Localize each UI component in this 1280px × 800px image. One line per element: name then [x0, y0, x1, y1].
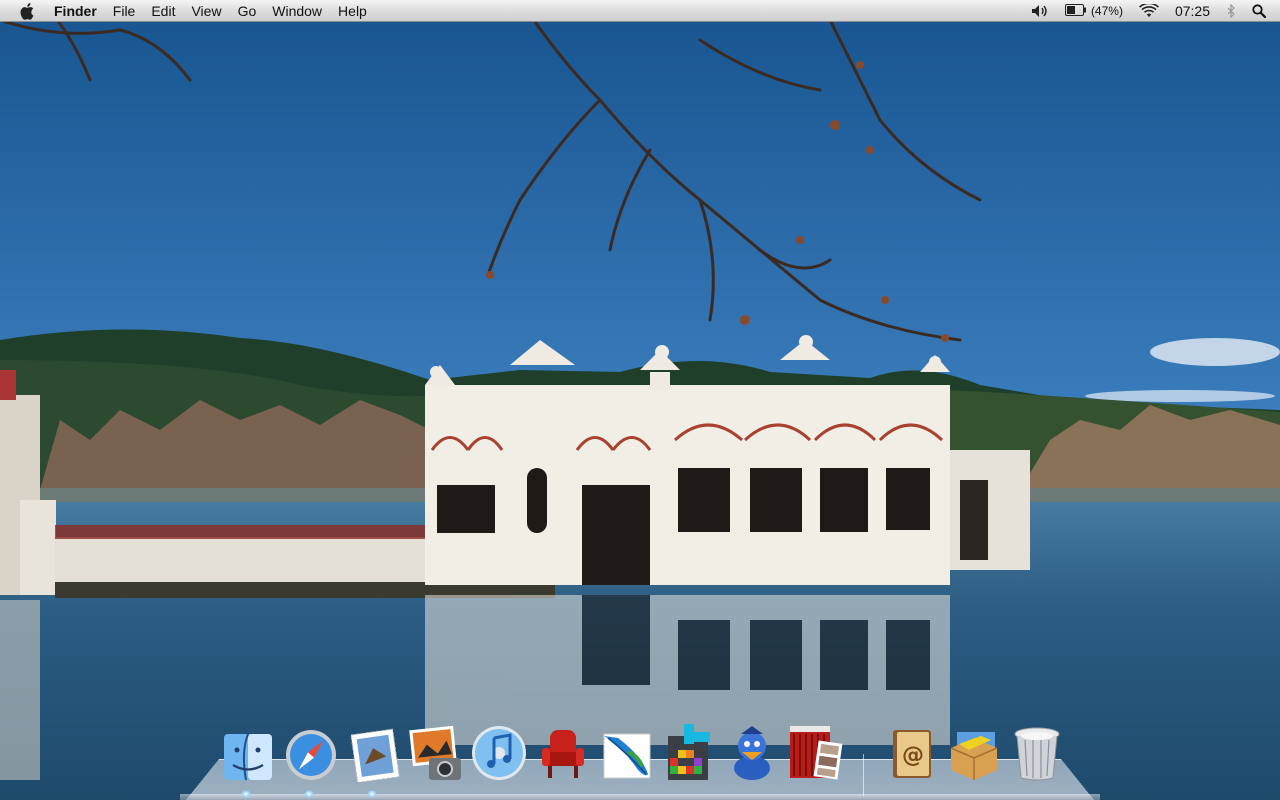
svg-text:@: @: [902, 743, 924, 768]
bluetooth-icon[interactable]: [1218, 0, 1244, 22]
safari-icon: [286, 730, 336, 780]
package-installer-icon: [950, 732, 998, 780]
dock-item-photo-booth[interactable]: [785, 718, 845, 782]
dock-item-address-book[interactable]: @: [882, 718, 942, 782]
menu-bar-left: Finder File Edit View Go Window Help: [0, 0, 375, 22]
finder-icon: [224, 733, 272, 781]
dock-item-feather[interactable]: [596, 718, 656, 782]
tetris-blocks-icon: [668, 724, 710, 780]
dock-item-installer[interactable]: [944, 718, 1004, 782]
battery-percentage: (47%): [1090, 4, 1123, 18]
running-indicator-mail: [367, 790, 377, 798]
front-row-chair-icon: [542, 730, 584, 778]
iphoto-icon: [409, 726, 461, 780]
menu-bar: Finder File Edit View Go Window Help (47…: [0, 0, 1280, 22]
dock-item-finder[interactable]: [218, 718, 278, 782]
menu-go[interactable]: Go: [230, 0, 265, 22]
running-indicator-finder: [241, 790, 251, 798]
photo-booth-icon: [790, 726, 843, 780]
menu-view[interactable]: View: [183, 0, 229, 22]
address-book-icon: @: [893, 730, 931, 778]
dock-shelf-edge: [180, 794, 1100, 800]
dock: @: [214, 718, 1074, 790]
spotlight-icon[interactable]: [1244, 0, 1280, 22]
adium-duck-icon: [734, 726, 770, 780]
menu-clock[interactable]: 07:25: [1167, 0, 1218, 22]
menu-help[interactable]: Help: [330, 0, 375, 22]
desktop-wallpaper: [0, 0, 1280, 800]
dock-item-adium[interactable]: [722, 718, 782, 782]
battery-status[interactable]: (47%): [1057, 0, 1131, 22]
menu-edit[interactable]: Edit: [143, 0, 183, 22]
volume-icon[interactable]: [1023, 0, 1057, 22]
dock-item-itunes[interactable]: [469, 718, 529, 782]
menu-file[interactable]: File: [105, 0, 144, 22]
feather-icon: [603, 733, 651, 779]
menu-window[interactable]: Window: [264, 0, 330, 22]
mail-stamp-icon: [350, 728, 400, 782]
trash-icon: [1014, 727, 1060, 781]
running-indicator-safari: [304, 790, 314, 798]
dock-separator: [863, 754, 864, 796]
dock-item-iphoto[interactable]: [406, 718, 466, 782]
wifi-icon[interactable]: [1131, 0, 1167, 22]
dock-item-trash[interactable]: [1007, 718, 1067, 782]
menu-app-finder[interactable]: Finder: [46, 0, 105, 22]
dock-item-safari[interactable]: [281, 718, 341, 782]
dock-item-puzzle[interactable]: [659, 718, 719, 782]
dock-item-front-row[interactable]: [533, 718, 593, 782]
battery-icon: [1064, 3, 1087, 19]
itunes-icon: [472, 726, 526, 780]
dock-item-mail[interactable]: [344, 718, 404, 782]
menu-bar-status-area: (47%) 07:25: [1023, 0, 1280, 22]
apple-logo-icon[interactable]: [10, 0, 46, 22]
